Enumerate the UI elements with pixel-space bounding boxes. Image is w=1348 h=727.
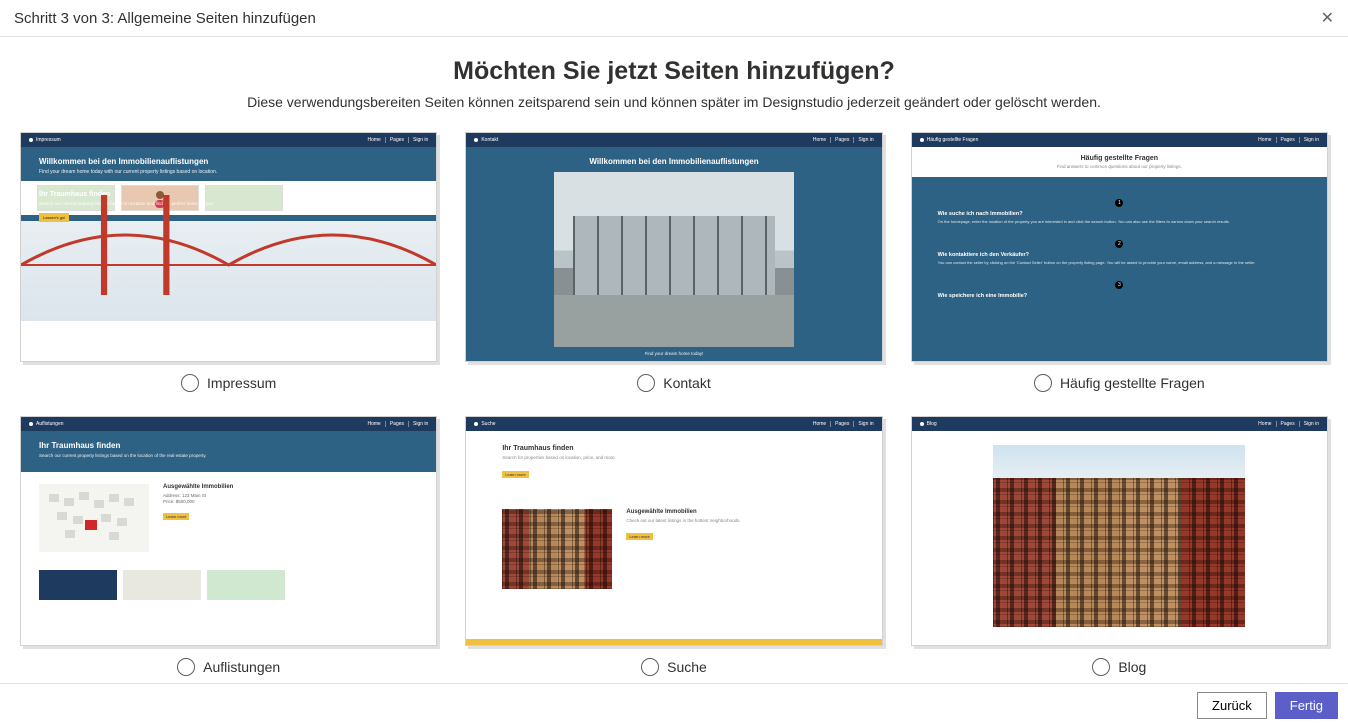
template-card-blog[interactable]: Blog HomePagesSign in	[911, 416, 1328, 646]
preview-nav: Kontakt HomePagesSign in	[466, 133, 881, 147]
template-card-impressum[interactable]: Impressum HomePagesSign in Willkommen be…	[20, 132, 437, 362]
preview-image	[39, 484, 149, 552]
radio-icon[interactable]	[1034, 374, 1052, 392]
bridge-icon	[21, 195, 436, 295]
template-option-faq[interactable]: Häufig gestellte Fragen	[1034, 374, 1205, 392]
template-option-suche[interactable]: Suche	[641, 658, 707, 676]
template-option-impressum[interactable]: Impressum	[181, 374, 276, 392]
template-card-kontakt[interactable]: Kontakt HomePagesSign in Willkommen bei …	[465, 132, 882, 362]
preview-nav: Blog HomePagesSign in	[912, 417, 1327, 431]
template-card-auflistungen[interactable]: Auflistungen HomePagesSign in Ihr Traumh…	[20, 416, 437, 646]
preview-nav: Auflistungen HomePagesSign in	[21, 417, 436, 431]
template-option-kontakt[interactable]: Kontakt	[637, 374, 710, 392]
close-icon[interactable]: ✕	[1321, 8, 1334, 28]
radio-icon[interactable]	[177, 658, 195, 676]
back-button[interactable]: Zurück	[1197, 692, 1267, 719]
template-option-blog[interactable]: Blog	[1092, 658, 1146, 676]
template-option-auflistungen[interactable]: Auflistungen	[177, 658, 280, 676]
preview-nav: Impressum HomePagesSign in	[21, 133, 436, 147]
step-title: Schritt 3 von 3: Allgemeine Seiten hinzu…	[14, 10, 316, 27]
preview-image	[554, 172, 794, 347]
radio-icon[interactable]	[181, 374, 199, 392]
template-card-faq[interactable]: Häufig gestellte Fragen HomePagesSign in…	[911, 132, 1328, 362]
radio-icon[interactable]	[1092, 658, 1110, 676]
radio-icon[interactable]	[641, 658, 659, 676]
done-button[interactable]: Fertig	[1275, 692, 1338, 719]
preview-nav: Suche HomePagesSign in	[466, 417, 881, 431]
preview-nav: Häufig gestellte Fragen HomePagesSign in	[912, 133, 1327, 147]
preview-image	[993, 445, 1245, 627]
preview-image	[502, 509, 612, 589]
page-subheading: Diese verwendungsbereiten Seiten können …	[12, 94, 1336, 110]
radio-icon[interactable]	[637, 374, 655, 392]
template-card-suche[interactable]: Suche HomePagesSign in Ihr Traumhaus fin…	[465, 416, 882, 646]
page-heading: Möchten Sie jetzt Seiten hinzufügen?	[12, 57, 1336, 86]
